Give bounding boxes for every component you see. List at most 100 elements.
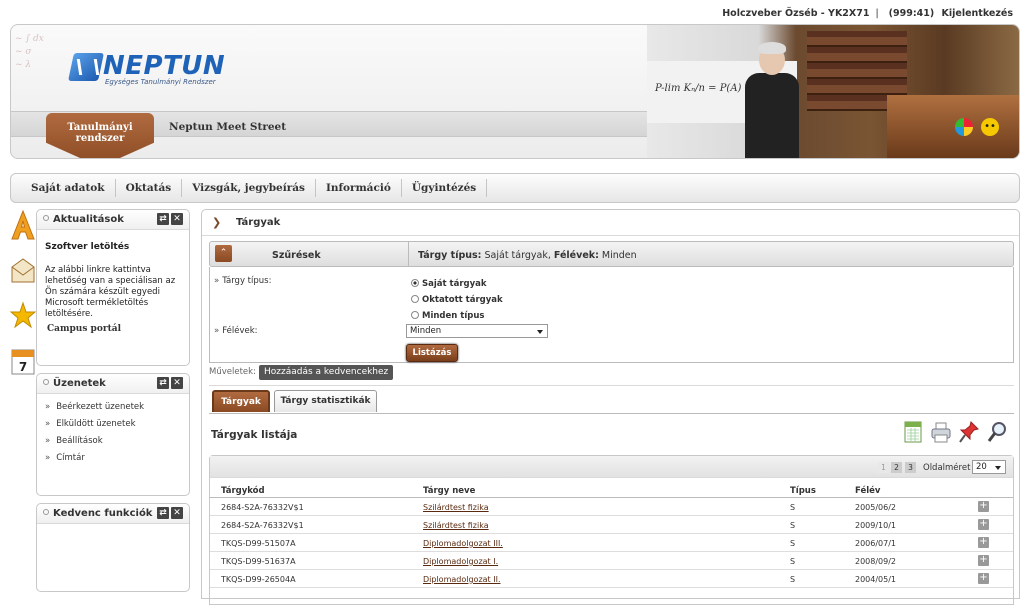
main-menu: Saját adatok Oktatás Vizsgák, jegybeírás… xyxy=(10,173,1020,203)
pager: 1 2 3 Oldalméret 20 xyxy=(210,456,1013,478)
print-icon[interactable] xyxy=(930,420,952,444)
tab-targyak[interactable]: Tárgyak xyxy=(212,390,270,412)
messages-box-header: Üzenetek ⇄ ✕ xyxy=(37,374,189,394)
semester-label: Félévek: xyxy=(214,326,257,336)
message-link-sent[interactable]: Elküldött üzenetek xyxy=(45,419,181,430)
expand-plus-icon[interactable]: + xyxy=(978,555,989,566)
menu-sajat-adatok[interactable]: Saját adatok xyxy=(21,179,116,197)
page-size-select[interactable]: 20 xyxy=(972,460,1006,474)
professor-figure xyxy=(739,39,805,158)
tab-neptun-meet-street[interactable]: Neptun Meet Street xyxy=(169,121,286,133)
chevron-right-icon: ❯ xyxy=(212,216,222,229)
favorites-box-header: Kedvenc funkciók ⇄ ✕ xyxy=(37,504,189,524)
type-label: Tárgy típus: xyxy=(214,276,271,286)
page-title: ❯ Tárgyak xyxy=(202,210,1019,236)
page-2[interactable]: 2 xyxy=(891,462,902,473)
campus-portal-link[interactable]: Campus portál xyxy=(45,324,181,335)
table-row[interactable]: TKQS-D99-26504A Diplomadolgozat II. S 20… xyxy=(210,570,1013,588)
expand-plus-icon[interactable]: + xyxy=(978,501,989,512)
logo-mark-icon xyxy=(68,53,104,81)
table-row[interactable]: TKQS-D99-51637A Diplomadolgozat I. S 200… xyxy=(210,552,1013,570)
favorites-box: Kedvenc funkciók ⇄ ✕ xyxy=(36,503,190,592)
expand-plus-icon[interactable]: + xyxy=(978,537,989,548)
expand-plus-icon[interactable]: + xyxy=(978,573,989,584)
session-timer: (999:41) xyxy=(888,8,935,19)
divider xyxy=(209,385,1014,386)
col-header-type[interactable]: Típus xyxy=(790,486,816,496)
neptun-logo[interactable]: NEPTUN Egységes Tanulmányi Rendszer xyxy=(68,51,225,88)
accessibility-face-icon[interactable]: •• xyxy=(981,118,999,136)
message-link-inbox[interactable]: Beérkezett üzenetek xyxy=(45,402,181,413)
col-header-name[interactable]: Tárgy neve xyxy=(423,486,475,496)
menu-informacio[interactable]: Információ xyxy=(316,179,402,197)
message-link-settings[interactable]: Beállítások xyxy=(45,436,181,447)
tab-targy-statisztikak[interactable]: Tárgy statisztikák xyxy=(274,390,377,412)
radio-sajat-targyak[interactable]: Saját tárgyak xyxy=(411,279,487,289)
filter-header: ⌃ Szűrések Tárgy típus: Saját tárgyak, F… xyxy=(209,241,1014,267)
list-title: Tárgyak listája xyxy=(211,429,298,441)
envelope-icon[interactable] xyxy=(10,255,36,285)
messages-box-title: Üzenetek xyxy=(53,378,106,389)
page-size-label: Oldalméret xyxy=(923,463,971,473)
news-item-text: Az alábbi linkre kattintva lehetőség van… xyxy=(45,265,176,319)
logo-subtitle: Egységes Tanulmányi Rendszer xyxy=(105,78,216,86)
filter-summary: Tárgy típus: Saját tárgyak, Félévek: Min… xyxy=(408,242,637,266)
calendar-day: 7 xyxy=(19,360,27,374)
close-icon[interactable]: ✕ xyxy=(171,213,183,225)
radio-dot[interactable] xyxy=(411,295,419,303)
formula-scribble: P-lim Kₙ/n = P(A) xyxy=(655,83,742,94)
col-header-semester[interactable]: Félév xyxy=(855,486,880,496)
radio-oktatott-targyak[interactable]: Oktatott tárgyak xyxy=(411,295,503,305)
separator: | xyxy=(875,8,879,19)
messages-box: Üzenetek ⇄✕ Beérkezett üzenetek Elküldöt… xyxy=(36,373,190,496)
header-banner: ~ ∫ dx ~ σ ~ λ NEPTUN Egységes Tanulmányi … xyxy=(10,24,1020,159)
message-link-directory[interactable]: Címtár xyxy=(45,453,181,464)
table-header: Tárgykód Tárgy neve Típus Félév xyxy=(210,478,1013,498)
color-theme-icon[interactable] xyxy=(955,118,973,136)
refresh-icon[interactable]: ⇄ xyxy=(157,507,169,519)
calendar-icon[interactable]: 7 xyxy=(10,346,36,376)
expand-plus-icon[interactable]: + xyxy=(978,519,989,530)
results-table: 1 2 3 Oldalméret 20 Tárgykód Tárgy neve … xyxy=(209,455,1014,605)
table-row[interactable]: 2684-S2A-76332V$1 Szilárdtest fizika S 2… xyxy=(210,516,1013,534)
page-1[interactable]: 1 xyxy=(878,462,889,473)
page-3[interactable]: 3 xyxy=(905,462,916,473)
logout-link[interactable]: Kijelentkezés xyxy=(942,8,1013,19)
ops-label: Műveletek: xyxy=(209,367,256,377)
pin-icon[interactable] xyxy=(958,420,980,444)
table-row[interactable]: 2684-S2A-76332V$1 Szilárdtest fizika S 2… xyxy=(210,498,1013,516)
radio-minden-tipus[interactable]: Minden típus xyxy=(411,311,484,321)
filter-body: Tárgy típus: Saját tárgyak Oktatott tárg… xyxy=(209,267,1014,363)
add-to-favorites-button[interactable]: Hozzáadás a kedvencekhez xyxy=(259,365,394,380)
refresh-icon[interactable]: ⇄ xyxy=(157,377,169,389)
excel-icon[interactable] xyxy=(902,420,924,444)
news-item-title[interactable]: Szoftver letöltés xyxy=(45,242,181,253)
semester-select[interactable]: Minden xyxy=(406,324,548,338)
search-icon[interactable] xyxy=(986,420,1008,444)
radio-dot[interactable] xyxy=(411,311,419,319)
decorative-scribble: ~ ∫ dx ~ σ ~ λ xyxy=(15,34,44,70)
tab-tanulmanyi-rendszer[interactable]: Tanulmányi rendszer xyxy=(46,113,154,158)
main-panel: ❯ Tárgyak ⌃ Szűrések Tárgy típus: Saját t… xyxy=(201,209,1020,605)
collapse-filter-icon[interactable]: ⌃ xyxy=(215,245,232,262)
close-icon[interactable]: ✕ xyxy=(171,507,183,519)
divider xyxy=(209,413,1014,414)
refresh-icon[interactable]: ⇄ xyxy=(157,213,169,225)
header-photo: P-lim Kₙ/n = P(A) •• xyxy=(647,25,1019,158)
news-box: Aktualitások ⇄ ✕ Szoftver letöltés Az alá… xyxy=(36,209,190,366)
menu-oktatas[interactable]: Oktatás xyxy=(116,179,183,197)
news-box-header: Aktualitások ⇄ ✕ xyxy=(37,210,189,230)
user-name: Holczveber Özséb - YK2X71 xyxy=(722,8,870,19)
a-letter-icon[interactable] xyxy=(10,210,36,240)
radio-dot[interactable] xyxy=(411,279,419,287)
news-box-title: Aktualitások xyxy=(53,214,124,225)
star-icon[interactable] xyxy=(10,300,36,330)
menu-vizsgak[interactable]: Vizsgák, jegybeírás xyxy=(182,179,316,197)
logo-name: NEPTUN xyxy=(103,51,226,81)
list-button[interactable]: Listázás xyxy=(406,344,458,362)
close-icon[interactable]: ✕ xyxy=(171,377,183,389)
col-header-code[interactable]: Tárgykód xyxy=(221,486,265,496)
table-row[interactable]: TKQS-D99-51507A Diplomadolgozat III. S 2… xyxy=(210,534,1013,552)
desk xyxy=(887,95,1019,158)
menu-ugyintezes[interactable]: Ügyintézés xyxy=(402,179,488,197)
